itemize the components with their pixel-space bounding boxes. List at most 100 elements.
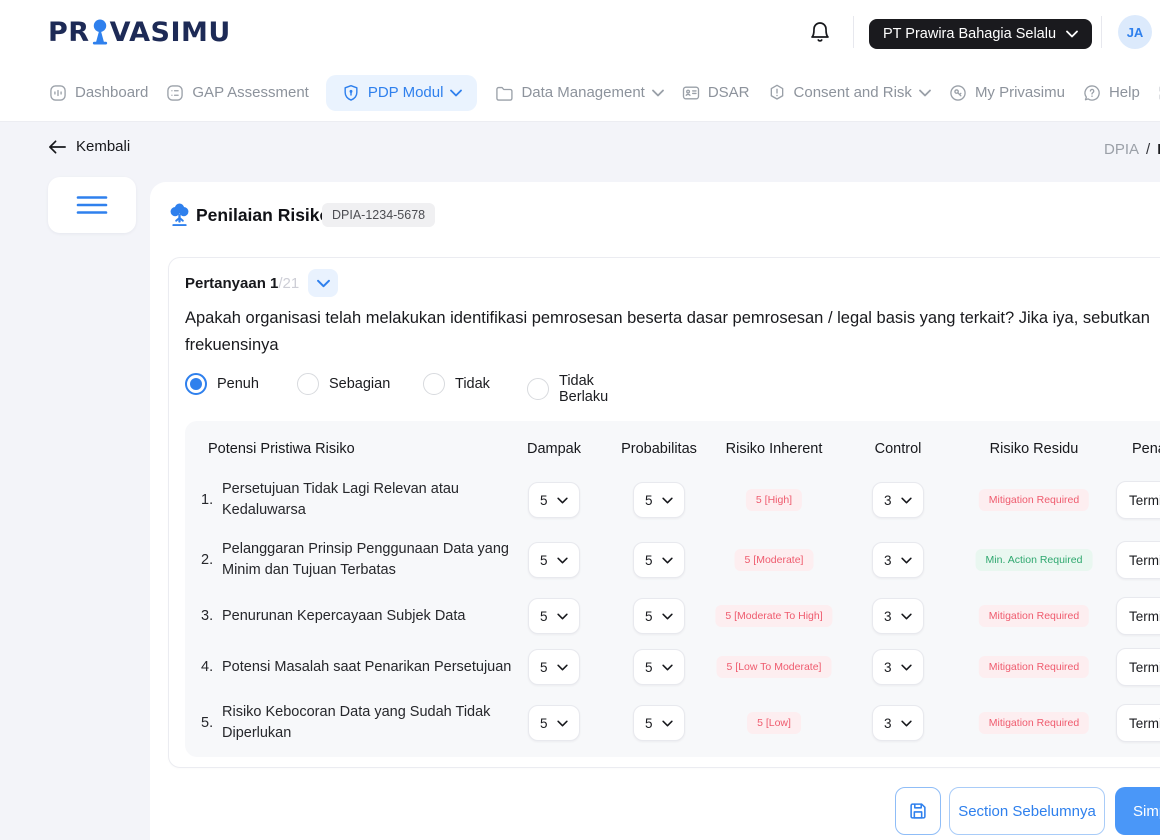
logo-text-prefix: PR (48, 17, 90, 48)
risk-name: 5. Risiko Kebocoran Data yang Sudah Tida… (201, 695, 517, 751)
nav-item-data-management[interactable]: Data Management (494, 83, 663, 103)
chevron-down-icon (652, 89, 664, 97)
app-window: PR VASIMU PT Prawira Bahagia Selalu JA (0, 0, 1160, 840)
notifications-bell-icon[interactable] (808, 21, 832, 45)
dampak-select[interactable]: 5 (528, 482, 580, 518)
sidebar-menu-toggle[interactable] (48, 177, 136, 233)
keyhole-icon (92, 18, 108, 46)
control-select[interactable]: 3 (872, 482, 924, 518)
checklist-icon (165, 83, 185, 103)
divider (1101, 16, 1102, 48)
risk-name: 3. Penurunan Kepercayaan Subjek Data (201, 588, 517, 644)
control-select[interactable]: 3 (872, 542, 924, 578)
question-card: Pertanyaan 1/21 Apakah organisasi telah … (168, 257, 1160, 768)
main-panel: Penilaian Risiko DPIA-1234-5678 Pertanya… (150, 182, 1160, 840)
dashboard-icon (48, 83, 68, 103)
breadcrumb-item-dpia[interactable]: DPIA (1104, 141, 1139, 158)
column-header-potensi: Potensi Pristiwa Risiko (208, 441, 355, 457)
breadcrumb: DPIA / D (1104, 141, 1160, 158)
previous-section-button[interactable]: Section Sebelumnya (949, 787, 1105, 835)
document-id-badge: DPIA-1234-5678 (322, 203, 435, 227)
hamburger-icon (76, 195, 108, 215)
probabilitas-select[interactable]: 5 (633, 598, 685, 634)
dampak-select[interactable]: 5 (528, 649, 580, 685)
chevron-down-icon (317, 279, 330, 288)
page-title: Penilaian Risiko (196, 205, 330, 226)
nav-item-consent-and-risk[interactable]: Consent and Risk (767, 83, 931, 103)
inherent-risk-badge: 5 [Low] (747, 712, 801, 734)
chevron-down-icon (557, 557, 568, 564)
control-select[interactable]: 3 (872, 705, 924, 741)
radio-icon (185, 373, 207, 395)
alert-hexagon-icon (767, 83, 787, 103)
probabilitas-select[interactable]: 5 (633, 482, 685, 518)
key-circle-icon (948, 83, 968, 103)
dampak-select[interactable]: 5 (528, 598, 580, 634)
nav-item-dsar[interactable]: DSAR (681, 83, 750, 103)
risk-table: Potensi Pristiwa Risiko Dampak Probabili… (185, 421, 1160, 757)
company-selector[interactable]: PT Prawira Bahagia Selalu (869, 19, 1092, 49)
risk-name: 2. Pelanggaran Prinsip Penggunaan Data y… (201, 532, 517, 588)
nav-item-pdp-modul[interactable]: PDP Modul (326, 75, 478, 111)
risk-table-row: 1. Persetujuan Tidak Lagi Relevan atau K… (185, 472, 1160, 528)
radio-option-tidak-berlaku[interactable]: Tidak Berlaku (527, 373, 608, 405)
question-text: Apakah organisasi telah melakukan identi… (185, 305, 1160, 359)
radio-option-sebagian[interactable]: Sebagian (297, 373, 390, 395)
residual-risk-badge: Mitigation Required (979, 712, 1089, 734)
radio-option-penuh[interactable]: Penuh (185, 373, 259, 395)
nav-item-gap-assessment[interactable]: GAP Assessment (165, 83, 308, 103)
control-select[interactable]: 3 (872, 649, 924, 685)
chevron-down-icon (557, 613, 568, 620)
arrow-left-icon (48, 139, 67, 155)
dampak-select[interactable]: 5 (528, 542, 580, 578)
user-avatar[interactable]: JA (1118, 15, 1152, 49)
divider (853, 16, 854, 48)
shield-keyhole-icon (341, 83, 361, 103)
penanganan-select[interactable]: Terminate (1116, 541, 1160, 579)
inherent-risk-badge: 5 [Low To Moderate] (717, 656, 832, 678)
chevron-down-icon (557, 497, 568, 504)
save-draft-button[interactable] (895, 787, 941, 835)
radio-icon (297, 373, 319, 395)
collapse-question-button[interactable] (308, 269, 338, 297)
folder-icon (494, 83, 514, 103)
column-header-risiko-inherent: Risiko Inherent (726, 441, 823, 457)
nav-item-help[interactable]: Help (1082, 83, 1140, 103)
penanganan-select[interactable]: Terminate (1116, 704, 1160, 742)
chevron-down-icon (662, 720, 673, 727)
question-label: Pertanyaan 1/21 (185, 275, 299, 292)
main-nav: Dashboard GAP Assessment PDP Modul Data … (0, 64, 1160, 122)
risk-table-row: 2. Pelanggaran Prinsip Penggunaan Data y… (185, 532, 1160, 588)
help-bubble-icon (1082, 83, 1102, 103)
penanganan-select[interactable]: Terminate (1116, 597, 1160, 635)
control-select[interactable]: 3 (872, 598, 924, 634)
chevron-down-icon (662, 497, 673, 504)
probabilitas-select[interactable]: 5 (633, 542, 685, 578)
residual-risk-badge: Min. Action Required (976, 549, 1093, 571)
penanganan-select[interactable]: Terminate (1116, 648, 1160, 686)
radio-option-tidak[interactable]: Tidak (423, 373, 490, 395)
risk-tree-icon (168, 202, 191, 228)
residual-risk-badge: Mitigation Required (979, 605, 1089, 627)
breadcrumb-separator: / (1146, 141, 1150, 158)
question-counter: /21 (278, 275, 299, 292)
risk-table-row: 5. Risiko Kebocoran Data yang Sudah Tida… (185, 695, 1160, 751)
column-header-control: Control (875, 441, 922, 457)
back-button[interactable]: Kembali (48, 138, 130, 155)
save-button[interactable]: Simpan (1115, 787, 1160, 835)
nav-item-dashboard[interactable]: Dashboard (48, 83, 148, 103)
risk-name: 4. Potensi Masalah saat Penarikan Perset… (201, 639, 517, 695)
chevron-down-icon (919, 89, 931, 97)
inherent-risk-badge: 5 [Moderate] (735, 549, 814, 571)
penanganan-select[interactable]: Terminate (1116, 481, 1160, 519)
chevron-down-icon (557, 664, 568, 671)
column-header-probabilitas: Probabilitas (621, 441, 697, 457)
probabilitas-select[interactable]: 5 (633, 705, 685, 741)
probabilitas-select[interactable]: 5 (633, 649, 685, 685)
dampak-select[interactable]: 5 (528, 705, 580, 741)
column-header-dampak: Dampak (527, 441, 581, 457)
id-card-icon (681, 83, 701, 103)
nav-item-my-privasimu[interactable]: My Privasimu (948, 83, 1065, 103)
logo-text-suffix: VASIMU (110, 17, 231, 48)
chevron-down-icon (662, 613, 673, 620)
